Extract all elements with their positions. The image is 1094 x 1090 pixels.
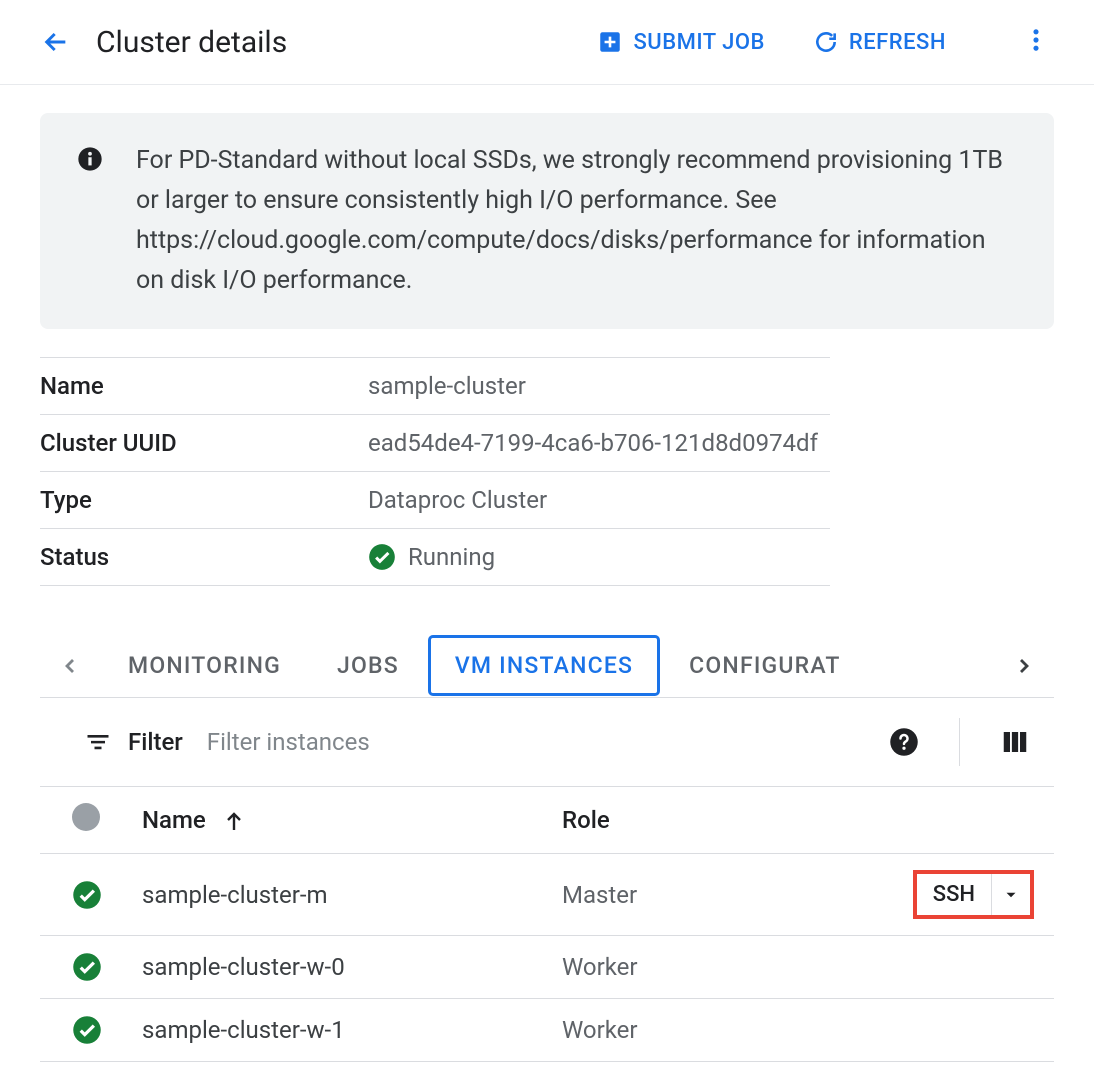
- vm-instances-table: Name Role sample-cluster-mMasterSSHsampl…: [40, 787, 1054, 1062]
- info-banner-text: For PD-Standard without local SSDs, we s…: [136, 141, 1018, 301]
- tab-vm-instances[interactable]: VM INSTANCES: [427, 634, 661, 697]
- page-title: Cluster details: [96, 25, 287, 60]
- row-action-cell: [894, 936, 1054, 999]
- tab-jobs[interactable]: JOBS: [309, 634, 427, 697]
- row-role-cell: Worker: [550, 999, 894, 1062]
- tab-configuration[interactable]: CONFIGURAT: [661, 634, 868, 697]
- row-name-cell: sample-cluster-w-0: [130, 936, 550, 999]
- refresh-button[interactable]: REFRESH: [801, 21, 958, 63]
- detail-row-name: Name sample-cluster: [40, 358, 830, 415]
- refresh-label: REFRESH: [849, 30, 946, 55]
- status-dot-icon: [72, 803, 100, 831]
- filter-icon: [84, 728, 112, 756]
- detail-value: Dataproc Cluster: [368, 472, 830, 529]
- tabs-list: MONITORING JOBS VM INSTANCES CONFIGURAT: [100, 634, 994, 697]
- more-menu-button[interactable]: [982, 18, 1070, 66]
- row-status-cell: [40, 854, 130, 936]
- tab-scroll-left-button[interactable]: [40, 642, 100, 690]
- detail-value: ead54de4-7199-4ca6-b706-121d8d0974df: [368, 415, 830, 472]
- filter-input[interactable]: [199, 724, 873, 760]
- status-value: Running: [408, 543, 495, 571]
- column-header-name[interactable]: Name: [130, 787, 550, 854]
- tabs-container: MONITORING JOBS VM INSTANCES CONFIGURAT: [40, 634, 1054, 698]
- check-circle-icon: [72, 1015, 118, 1045]
- submit-job-button[interactable]: SUBMIT JOB: [585, 21, 776, 63]
- ssh-dropdown-icon[interactable]: [992, 878, 1030, 912]
- back-arrow-icon[interactable]: [40, 26, 72, 58]
- detail-label: Cluster UUID: [40, 415, 368, 472]
- row-name-cell: sample-cluster-w-1: [130, 999, 550, 1062]
- row-action-cell: SSH: [894, 854, 1054, 936]
- info-banner: For PD-Standard without local SSDs, we s…: [40, 113, 1054, 329]
- submit-job-label: SUBMIT JOB: [633, 30, 764, 55]
- column-header-role[interactable]: Role: [550, 787, 894, 854]
- detail-value: sample-cluster: [368, 358, 830, 415]
- table-row[interactable]: sample-cluster-w-0Worker: [40, 936, 1054, 999]
- filter-label: Filter: [128, 728, 183, 756]
- tab-scroll-right-button[interactable]: [994, 642, 1054, 690]
- row-status-cell: [40, 936, 130, 999]
- table-row[interactable]: sample-cluster-w-1Worker: [40, 999, 1054, 1062]
- row-role-cell: Worker: [550, 936, 894, 999]
- column-header-status[interactable]: [40, 787, 130, 854]
- help-icon[interactable]: [889, 727, 919, 757]
- ssh-label: SSH: [917, 874, 992, 915]
- detail-row-status: Status Running: [40, 529, 830, 586]
- row-action-cell: [894, 999, 1054, 1062]
- sort-ascending-icon: [222, 810, 246, 834]
- check-circle-icon: [72, 880, 118, 910]
- columns-toggle-button[interactable]: [1000, 727, 1054, 757]
- detail-label: Name: [40, 358, 368, 415]
- detail-row-type: Type Dataproc Cluster: [40, 472, 830, 529]
- page-header: Cluster details SUBMIT JOB REFRESH: [0, 0, 1094, 85]
- detail-row-uuid: Cluster UUID ead54de4-7199-4ca6-b706-121…: [40, 415, 830, 472]
- check-circle-icon: [72, 952, 118, 982]
- detail-label: Type: [40, 472, 368, 529]
- row-name-cell: sample-cluster-m: [130, 854, 550, 936]
- info-icon: [76, 145, 104, 177]
- ssh-button[interactable]: SSH: [913, 870, 1034, 919]
- cluster-details-table: Name sample-cluster Cluster UUID ead54de…: [40, 357, 830, 586]
- divider: [959, 718, 960, 766]
- row-role-cell: Master: [550, 854, 894, 936]
- detail-label: Status: [40, 529, 368, 586]
- row-status-cell: [40, 999, 130, 1062]
- table-row[interactable]: sample-cluster-mMaster SSH: [40, 854, 1054, 936]
- status-running-icon: [368, 543, 396, 571]
- filter-bar: Filter: [40, 698, 1054, 787]
- tab-monitoring[interactable]: MONITORING: [100, 634, 309, 697]
